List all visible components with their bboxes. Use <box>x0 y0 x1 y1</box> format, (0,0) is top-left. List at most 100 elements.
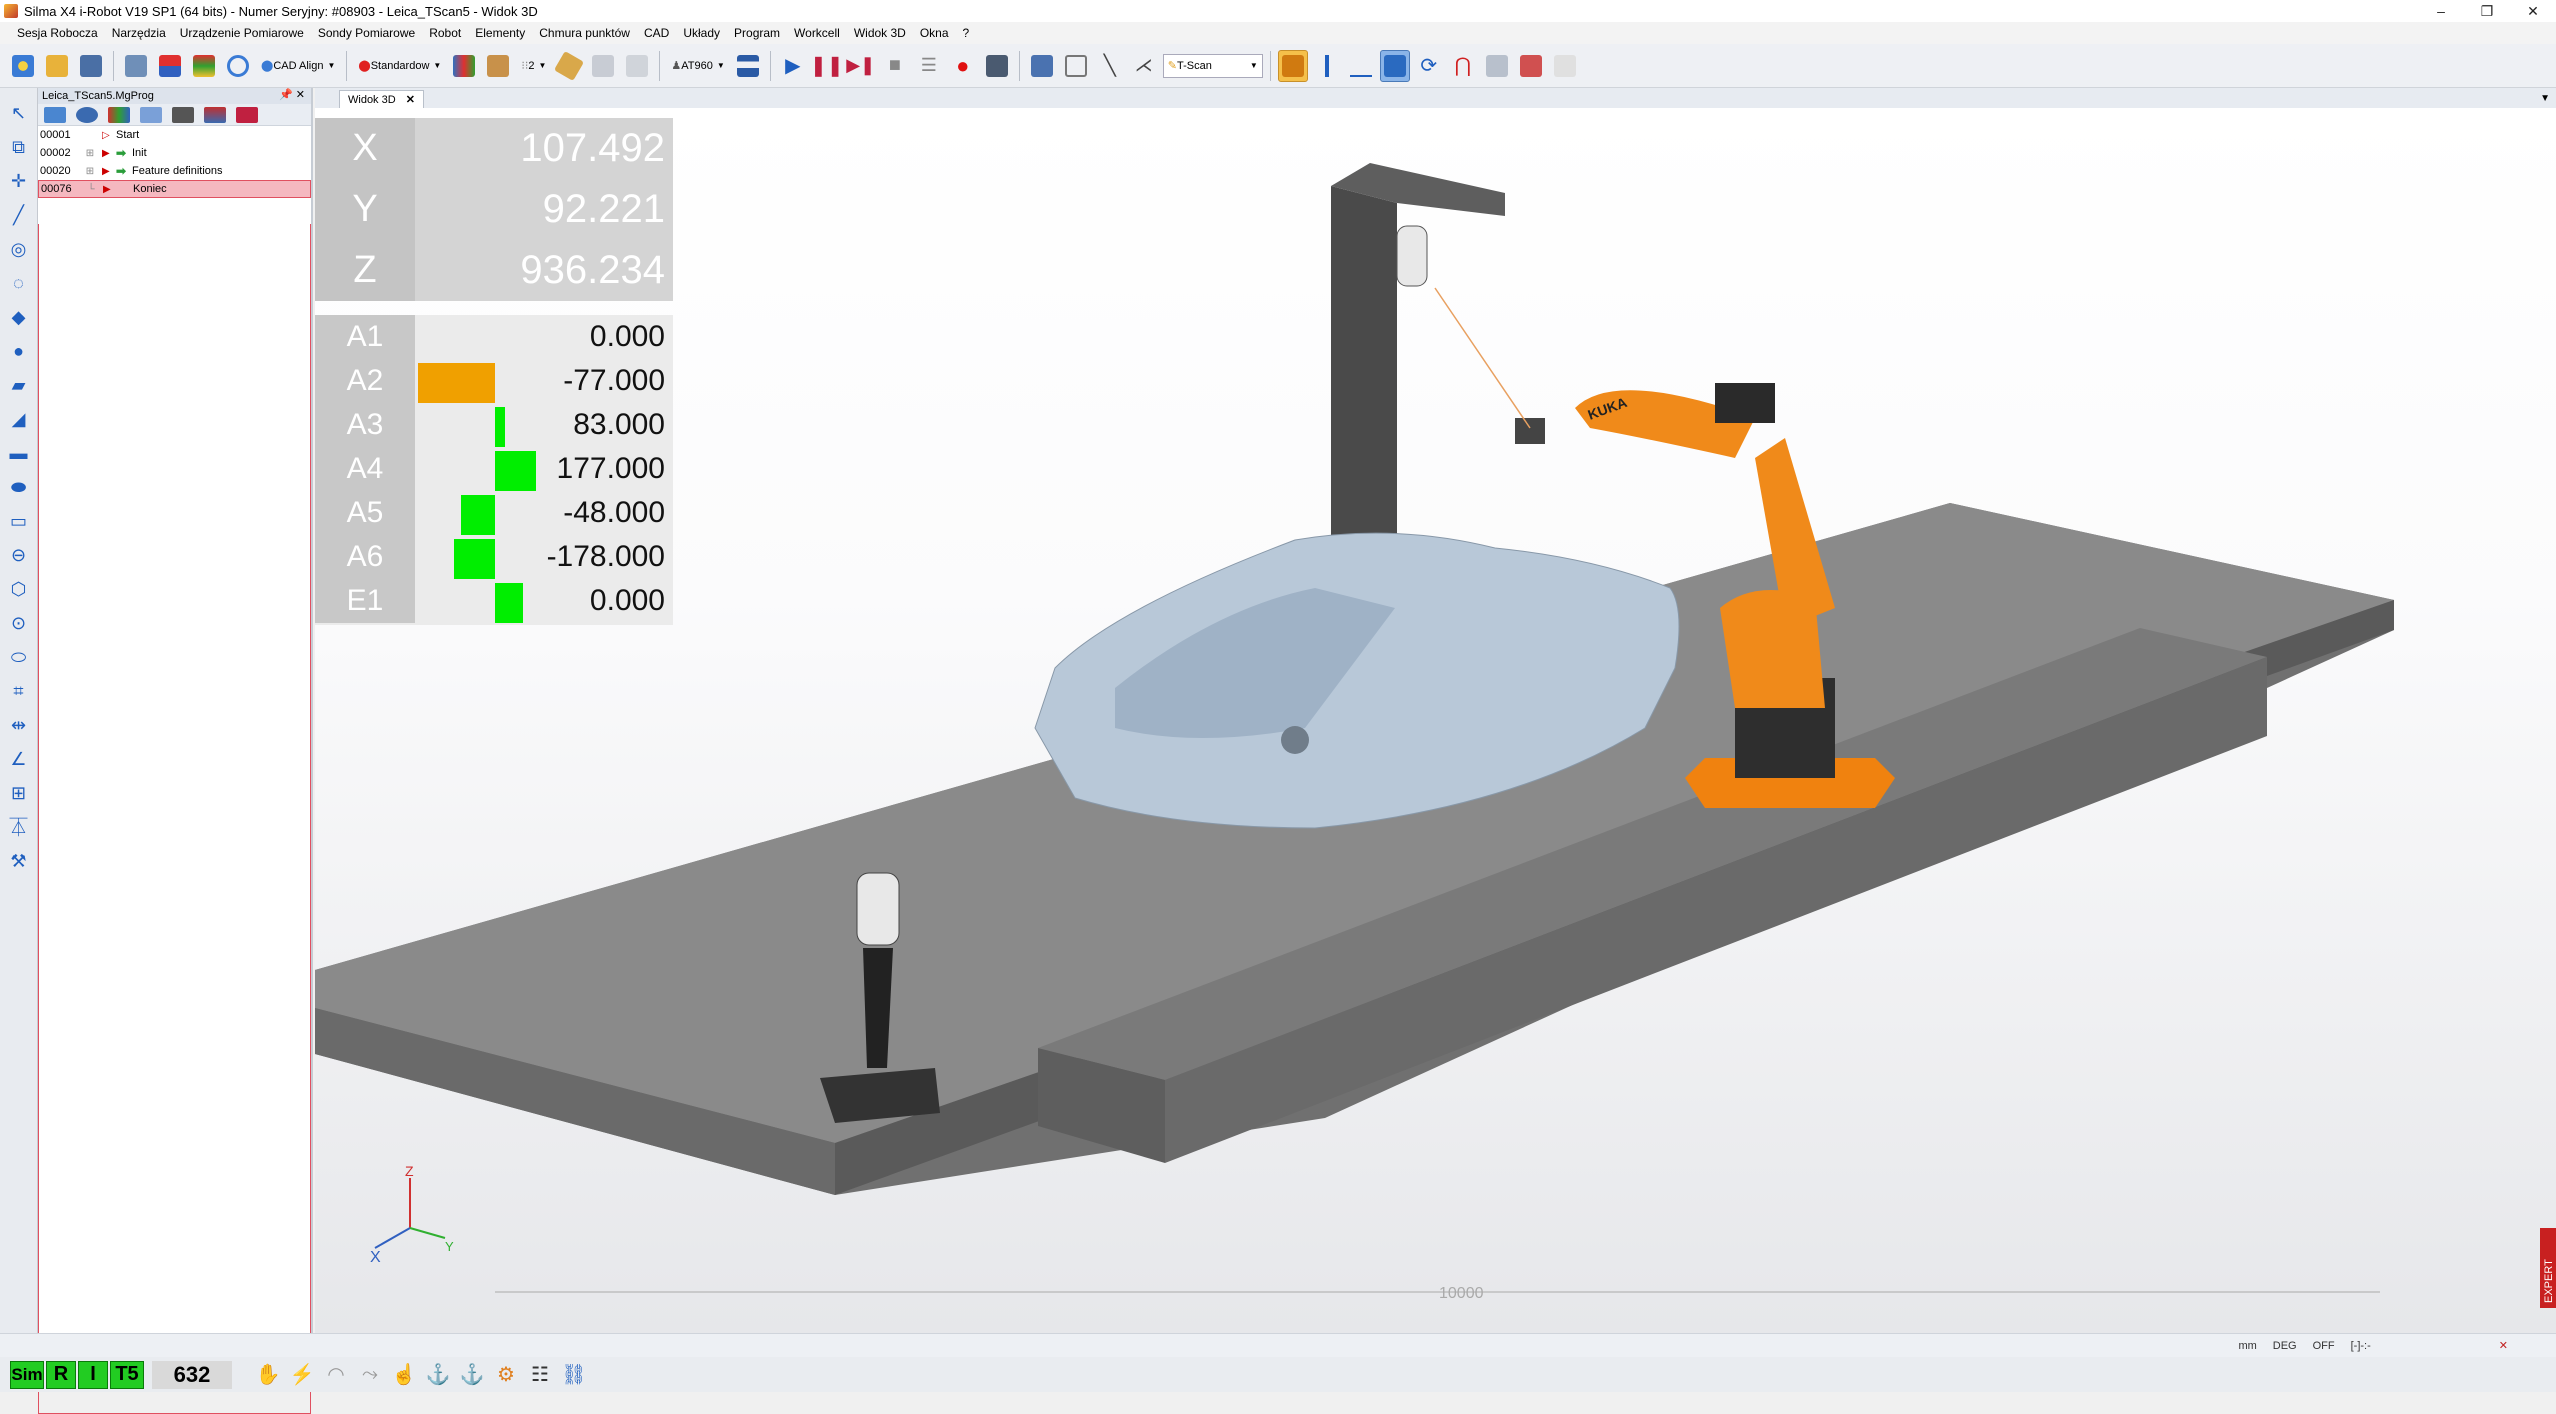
lightning-icon[interactable]: ⚡ <box>288 1361 316 1389</box>
cone-icon[interactable]: ◢ <box>5 405 33 433</box>
angle-icon[interactable]: ∠ <box>5 745 33 773</box>
minimize-button[interactable]: – <box>2418 0 2464 22</box>
print-icon[interactable] <box>121 50 151 82</box>
hexagon-icon[interactable]: ⬡ <box>5 575 33 603</box>
menu-elementy[interactable]: Elementy <box>468 26 532 40</box>
align-icon[interactable] <box>223 50 253 82</box>
anchor-icon[interactable]: ⚓ <box>424 1361 452 1389</box>
maximize-button[interactable]: ❐ <box>2464 0 2510 22</box>
undo-icon[interactable] <box>44 106 66 123</box>
sphere-tool-icon[interactable] <box>76 106 98 123</box>
arrow-tool-icon[interactable] <box>622 50 652 82</box>
sim-mode-indicator[interactable]: Sim <box>10 1360 44 1389</box>
menu-widok-3d[interactable]: Widok 3D <box>847 26 913 40</box>
magnet-icon[interactable]: ⋂ <box>1448 50 1478 82</box>
cad-align-button[interactable]: ⬤ CAD Align ▼ <box>257 54 339 78</box>
menu-robot[interactable]: Robot <box>422 26 468 40</box>
record-icon[interactable]: ● <box>948 50 978 82</box>
anchor-multi-icon[interactable]: ⚓ <box>458 1361 486 1389</box>
probe-path-icon[interactable]: ⤳ <box>356 1361 384 1389</box>
tab-menu-icon[interactable]: ▼ <box>2540 93 2550 104</box>
menu-okna[interactable]: Okna <box>913 26 956 40</box>
pointer-icon[interactable]: ↖ <box>5 99 33 127</box>
robot-home-icon[interactable]: ⛓ <box>560 1361 588 1389</box>
menu-program[interactable]: Program <box>727 26 787 40</box>
plane-icon[interactable]: ◆ <box>5 303 33 331</box>
menu-sesja-robocza[interactable]: Sesja Robocza <box>10 26 105 40</box>
rotate-icon[interactable]: ⟳ <box>1414 50 1444 82</box>
construct-icon[interactable]: ⚒ <box>5 847 33 875</box>
expand-icon[interactable]: ⊞ <box>78 148 102 159</box>
robot-config-icon[interactable] <box>449 50 479 82</box>
save-icon[interactable] <box>76 50 106 82</box>
menu-help[interactable]: ? <box>956 26 977 40</box>
line-feature-icon[interactable]: ╱ <box>5 201 33 229</box>
menu-cad[interactable]: CAD <box>637 26 676 40</box>
probe-stick-icon[interactable]: ╲ <box>1095 50 1125 82</box>
gd-t-icon[interactable]: ⊞ <box>5 779 33 807</box>
multi-probe-icon[interactable]: ⋌ <box>1129 50 1159 82</box>
grid-icon[interactable] <box>1061 50 1091 82</box>
hand-icon[interactable]: ✋ <box>254 1361 282 1389</box>
measure-icon[interactable] <box>1027 50 1057 82</box>
play-icon[interactable]: ▶ <box>778 50 808 82</box>
status-close-icon[interactable]: ✕ <box>2499 1339 2508 1352</box>
menu-chmura-punktow[interactable]: Chmura punktów <box>532 26 637 40</box>
copy-feature-icon[interactable]: ⧉ <box>5 133 33 161</box>
arc-icon[interactable]: ◌ <box>5 269 33 297</box>
robot-arm-light-icon[interactable] <box>1550 50 1580 82</box>
pause-icon[interactable]: ❚❚ <box>810 50 844 82</box>
path-icon[interactable] <box>1482 50 1512 82</box>
menu-uklady[interactable]: Układy <box>676 26 727 40</box>
box-icon[interactable] <box>483 50 513 82</box>
open-folder-icon[interactable] <box>42 50 72 82</box>
panel-pin-close[interactable]: 📌 ✕ <box>279 88 305 101</box>
step-icon[interactable]: ▶❚ <box>846 50 876 82</box>
surface-feature-icon[interactable]: ▬ <box>5 439 33 467</box>
robot-arm-icon[interactable] <box>1516 50 1546 82</box>
slot-icon[interactable]: ▭ <box>5 507 33 535</box>
menu-workcell[interactable]: Workcell <box>787 26 847 40</box>
crop-icon[interactable]: ⌗ <box>5 677 33 705</box>
save-program-icon[interactable] <box>982 50 1012 82</box>
tab-widok-3d[interactable]: Widok 3D ✕ <box>339 90 424 108</box>
scan-mode-icon[interactable] <box>1277 49 1308 82</box>
sphere-icon[interactable]: ● <box>5 337 33 365</box>
r-indicator[interactable]: R <box>46 1360 76 1389</box>
i-indicator[interactable]: I <box>78 1360 108 1389</box>
robot-tool-icon[interactable] <box>204 106 226 123</box>
menu-sondy-pomiarowe[interactable]: Sondy Pomiarowe <box>311 26 422 40</box>
axes-tool-icon[interactable] <box>108 106 130 123</box>
robot-tool-icon[interactable]: ⚙ <box>492 1361 520 1389</box>
expand-icon[interactable]: ⊞ <box>78 166 102 177</box>
symmetry-icon[interactable]: ⏄ <box>5 813 33 841</box>
ellipse-icon[interactable]: ⬭ <box>5 643 33 671</box>
torus-icon[interactable]: ⬬ <box>5 473 33 501</box>
program-row[interactable]: 00020 ⊞ ▶ ➡ Feature definitions <box>38 162 311 180</box>
viewport-3d[interactable]: KUKA 10000 Z X Y EXPERT X 107.492 Y 92.2… <box>315 108 2556 1333</box>
standard-view-combo[interactable]: ⬤ Standardow ▼ <box>354 54 445 78</box>
distance-icon[interactable]: ⇹ <box>5 711 33 739</box>
robot-jog-icon[interactable] <box>1379 49 1410 82</box>
point-icon[interactable]: ✛ <box>5 167 33 195</box>
gauge-icon[interactable]: ◠ <box>322 1361 350 1389</box>
program-row-selected[interactable]: 00076 └ ▶ Koniec <box>38 180 311 198</box>
status-angle[interactable]: DEG <box>2273 1340 2297 1352</box>
tab-close-icon[interactable]: ✕ <box>406 93 415 106</box>
program-row[interactable]: 00002 ⊞ ▶ ➡ Init <box>38 144 311 162</box>
surface-icon[interactable] <box>588 50 618 82</box>
eraser-icon[interactable] <box>554 50 585 82</box>
program-row[interactable]: 00001 ▷ Start <box>38 126 311 144</box>
table-icon[interactable]: ☷ <box>526 1361 554 1389</box>
line-icon[interactable] <box>1346 50 1376 82</box>
t5-indicator[interactable]: T5 <box>110 1360 144 1389</box>
menu-urzadzenie-pomiarowe[interactable]: Urządzenie Pomiarowe <box>173 26 311 40</box>
run-from-icon[interactable] <box>236 106 258 123</box>
ellipse-hole-icon[interactable]: ⊙ <box>5 609 33 637</box>
close-button[interactable]: ✕ <box>2510 0 2556 22</box>
status-state[interactable]: OFF <box>2313 1340 2335 1352</box>
layers-icon[interactable] <box>189 50 219 82</box>
circle-icon[interactable]: ◎ <box>5 235 33 263</box>
cylinder-icon[interactable]: ▰ <box>5 371 33 399</box>
camera-icon[interactable] <box>172 106 194 123</box>
